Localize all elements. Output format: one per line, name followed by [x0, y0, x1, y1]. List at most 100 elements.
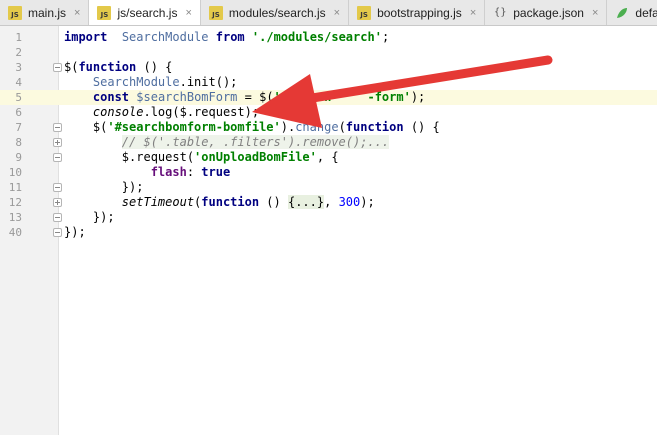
- code-token: });: [64, 225, 86, 239]
- code-token: (): [259, 195, 288, 209]
- line-number: 1: [15, 31, 22, 44]
- code-token: true: [201, 165, 231, 179]
- code-token: function: [78, 60, 137, 74]
- code-text: setTimeout(function () {...}, 300);: [64, 195, 375, 210]
- tab-label: defaul: [635, 5, 657, 20]
- close-tab-icon[interactable]: ×: [470, 7, 476, 19]
- collapse-fold-icon[interactable]: [53, 153, 62, 162]
- code-line[interactable]: 11 });: [0, 180, 657, 195]
- code-token: setTimeout: [121, 195, 195, 209]
- tab-package-json[interactable]: {} package.json ×: [485, 0, 608, 25]
- code-line[interactable]: 6 console.log($.request);: [0, 105, 657, 120]
- code-line[interactable]: 1 import SearchModule from './modules/sea…: [0, 30, 657, 45]
- close-tab-icon[interactable]: ×: [592, 7, 598, 19]
- code-text: });: [64, 210, 115, 225]
- code-line[interactable]: 12 setTimeout(function () {...}, 300);: [0, 195, 657, 210]
- code-line[interactable]: 2: [0, 45, 657, 60]
- code-token: '#search: [273, 90, 332, 104]
- code-token: ,: [324, 195, 339, 209]
- collapse-fold-icon[interactable]: [53, 123, 62, 132]
- line-number: 5: [15, 91, 22, 104]
- code-text: $('#searchbomform-bomfile').change(funct…: [64, 120, 440, 135]
- code-token: );: [360, 195, 375, 209]
- code-line[interactable]: 9 $.request('onUploadBomFile', {: [0, 150, 657, 165]
- expand-fold-icon[interactable]: [53, 198, 62, 207]
- code-text: $(function () {: [64, 60, 172, 75]
- code-token: change: [295, 120, 339, 134]
- line-number: 11: [8, 181, 22, 194]
- collapse-fold-icon[interactable]: [53, 228, 62, 237]
- code-token: $(: [64, 60, 79, 74]
- code-token: $searchBomForm: [136, 90, 238, 104]
- line-number: 12: [8, 196, 22, 209]
- code-line[interactable]: 10 flash: true: [0, 165, 657, 180]
- js-file-icon: JS: [97, 5, 112, 20]
- code-token: console: [92, 105, 144, 119]
- code-editor[interactable]: 1 import SearchModule from './modules/sea…: [0, 26, 657, 435]
- tab-label: package.json: [513, 5, 584, 20]
- line-number: 3: [15, 61, 22, 74]
- close-tab-icon[interactable]: ×: [334, 7, 340, 19]
- expand-fold-icon[interactable]: [53, 138, 62, 147]
- tab-js-search-js[interactable]: JS js/search.js ×: [89, 0, 201, 25]
- code-token: );: [410, 90, 426, 104]
- code-text: });: [64, 225, 86, 240]
- code-token: (: [338, 120, 346, 134]
- code-token: });: [64, 210, 115, 224]
- code-line[interactable]: 13 });: [0, 210, 657, 225]
- code-token: });: [64, 180, 144, 194]
- code-token: function: [345, 120, 404, 134]
- tab-main-js[interactable]: JS main.js ×: [0, 0, 90, 25]
- code-token: function: [201, 195, 260, 209]
- code-token: 'onUploadBomFile': [194, 150, 317, 164]
- code-text: });: [64, 180, 144, 195]
- code-token: -form': [367, 90, 411, 104]
- code-token: ;: [381, 30, 390, 44]
- code-token: :: [186, 165, 202, 179]
- collapse-fold-icon[interactable]: [53, 213, 62, 222]
- code-token: './modules/search': [251, 30, 382, 44]
- line-number: 8: [15, 136, 22, 149]
- code-line[interactable]: 5 const $searchBomForm = $('#search -for…: [0, 90, 657, 105]
- line-number: 6: [15, 106, 22, 119]
- line-number: 2: [15, 46, 22, 59]
- code-text: console.log($.request);: [64, 105, 259, 120]
- collapse-fold-icon[interactable]: [53, 183, 62, 192]
- code-token: , {: [316, 150, 339, 164]
- tab-label: main.js: [28, 5, 67, 20]
- code-line[interactable]: 3 $(function () {: [0, 60, 657, 75]
- code-token: '#searchbomform-bomfile': [107, 120, 281, 134]
- tab-defaul[interactable]: defaul: [607, 0, 657, 25]
- code-token: () {: [136, 60, 173, 74]
- code-token: .init();: [179, 75, 238, 89]
- close-tab-icon[interactable]: ×: [74, 7, 80, 19]
- code-line[interactable]: 4 SearchModule.init();: [0, 75, 657, 90]
- code-token: SearchModule: [92, 75, 180, 89]
- code-token: SearchModule: [121, 30, 209, 44]
- code-text: const $searchBomForm = $('#search -form'…: [64, 90, 425, 105]
- close-tab-icon[interactable]: ×: [185, 7, 191, 19]
- code-line[interactable]: 8 // $('.table, .filters').remove();...: [0, 135, 657, 150]
- collapse-fold-icon[interactable]: [53, 63, 62, 72]
- code-text: // $('.table, .filters').remove();...: [64, 135, 390, 150]
- leaf-icon: [615, 6, 629, 20]
- json-file-icon: {}: [493, 7, 507, 18]
- line-number: 9: [15, 151, 22, 164]
- tab-label: bootstrapping.js: [377, 5, 462, 20]
- js-file-icon: JS: [357, 5, 372, 20]
- line-number: 40: [8, 226, 22, 239]
- code-line[interactable]: 40});: [0, 225, 657, 240]
- tab-modules-search-js[interactable]: JS modules/search.js ×: [201, 0, 350, 25]
- code-line[interactable]: 7 $('#searchbomform-bomfile').change(fun…: [0, 120, 657, 135]
- code-text: $.request('onUploadBomFile', {: [64, 150, 339, 165]
- tab-bootstrapping-js[interactable]: JS bootstrapping.js ×: [349, 0, 486, 25]
